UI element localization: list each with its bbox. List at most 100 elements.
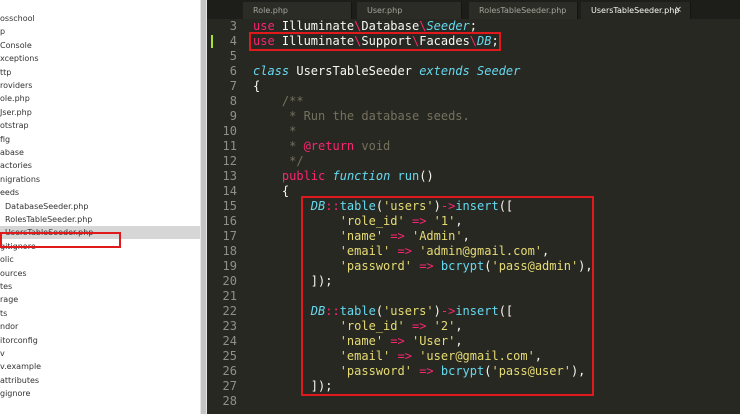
line-number: 22 [222,304,237,318]
tab-label: UsersTableSeeder.php [591,6,680,15]
sidebar-file-item[interactable]: p [0,25,5,38]
sidebar-file-item[interactable]: otstrap [0,119,29,132]
sidebar-file-item[interactable]: RolesTableSeeder.php [0,213,92,226]
code-token: Database [361,19,420,33]
line-number: 9 [229,109,237,123]
sidebar-file-item[interactable]: v.example [0,360,41,373]
sidebar-file-item[interactable]: fig [0,133,10,146]
line-number: 14 [222,184,237,198]
line-number: 11 [222,139,237,153]
code-line[interactable]: { [253,184,289,199]
tab-userstableseeder-php[interactable]: UsersTableSeeder.php × [581,2,691,19]
code-token: UsersTableSeeder [296,64,412,78]
sidebar-file-item[interactable]: nigrations [0,173,40,186]
code-token: () [419,169,434,183]
code-token: Illuminate [274,19,355,33]
line-number: 25 [222,349,237,363]
tab-user-php[interactable]: User.php [357,2,462,19]
sidebar-file-item[interactable]: roviders [0,79,32,92]
code-line[interactable]: * Run the database seeds. [253,109,470,124]
sidebar-scrollbar-thumb[interactable] [201,0,206,414]
sidebar-file-item[interactable]: itorconfig [0,334,38,347]
sidebar-file-item[interactable]: olic [0,253,14,266]
code-line[interactable]: /** [253,94,304,109]
code-token: use [253,19,275,33]
line-number: 13 [222,169,237,183]
code-token: Seeder [477,64,521,78]
code-token: ; [469,19,478,33]
code-token: void [354,139,391,153]
line-number: 6 [229,64,237,78]
line-number: 3 [229,19,237,33]
tab-label: Role.php [253,6,289,15]
code-line[interactable]: */ [253,154,303,169]
sidebar-file-item[interactable]: eeds [0,186,19,199]
file-tree-sidebar: osschool p Console xceptions ttp roviders ole.… [0,0,200,414]
line-number: 19 [222,259,237,273]
code-token: * [253,124,297,138]
sidebar-file-item[interactable]: ttp [0,66,11,79]
code-token: { [253,79,261,93]
line-number: 26 [222,364,237,378]
sidebar-file-item[interactable]: xceptions [0,52,38,65]
code-token: * [253,139,304,153]
line-number: 10 [222,124,237,138]
code-token: extends [419,64,470,78]
line-number: 15 [222,199,237,213]
sidebar-file-item[interactable]: Console [0,39,32,52]
sidebar-file-item[interactable]: ts [0,307,7,320]
tab-rolestableseeder-php[interactable]: RolesTableSeeder.php [469,2,578,19]
highlight-insert-block-box [301,196,594,396]
sidebar-file-item[interactable]: gignore [0,387,30,400]
line-number: 24 [222,334,237,348]
code-line[interactable]: public function run() [253,169,434,184]
sidebar-file-item[interactable]: tes [0,280,12,293]
tab-label: User.php [367,6,403,15]
code-line[interactable]: class UsersTableSeeder extends Seeder [253,64,520,79]
sidebar-file-item[interactable]: ources [0,267,27,280]
line-number: 12 [222,154,237,168]
sidebar-file-item[interactable]: Jser.php [0,106,32,119]
sidebar-file-item[interactable]: rage [0,293,18,306]
code-token: public [281,169,326,183]
editor-tab-bar: Role.php User.php RolesTableSeeder.php U… [207,0,740,19]
sidebar-file-item[interactable]: DatabaseSeeder.php [0,200,88,213]
line-number: 17 [222,229,237,243]
code-token: * Run the database seeds. [253,109,470,123]
line-number: 7 [229,79,237,93]
line-number: 23 [222,319,237,333]
line-number: 8 [229,94,237,108]
sidebar-file-item[interactable]: actories [0,159,32,172]
code-line[interactable]: * [253,124,296,139]
line-number: 5 [229,49,237,63]
tab-label: RolesTableSeeder.php [479,6,567,15]
tab-role-php[interactable]: Role.php [243,2,352,19]
code-editor[interactable]: 3 use Illuminate\Database\Seeder; 4 use Ill… [207,19,740,414]
line-number: 18 [222,244,237,258]
code-line[interactable]: * @return void [253,139,390,154]
close-tab-icon[interactable]: × [674,2,682,19]
sidebar-file-item[interactable]: v [0,347,5,360]
line-number: 20 [222,274,237,288]
highlight-selected-file-box [0,232,121,248]
highlight-use-statement-box [249,32,501,51]
line-number: 27 [222,379,237,393]
sidebar-file-item[interactable]: attributes [0,374,39,387]
code-line[interactable]: { [253,79,260,94]
sidebar-file-item[interactable]: abase [0,146,24,159]
code-token: { [253,184,290,198]
line-number: 21 [222,289,237,303]
modified-line-marker [211,35,213,48]
sidebar-file-item[interactable]: ndor [0,320,18,333]
code-token: function [332,169,391,183]
sidebar-file-item[interactable]: ole.php [0,92,30,105]
line-number: 16 [222,214,237,228]
code-token: @return [303,139,355,153]
code-token: /** [253,94,304,108]
code-token: Seeder [426,19,470,33]
sidebar-file-item[interactable]: osschool [0,12,35,25]
